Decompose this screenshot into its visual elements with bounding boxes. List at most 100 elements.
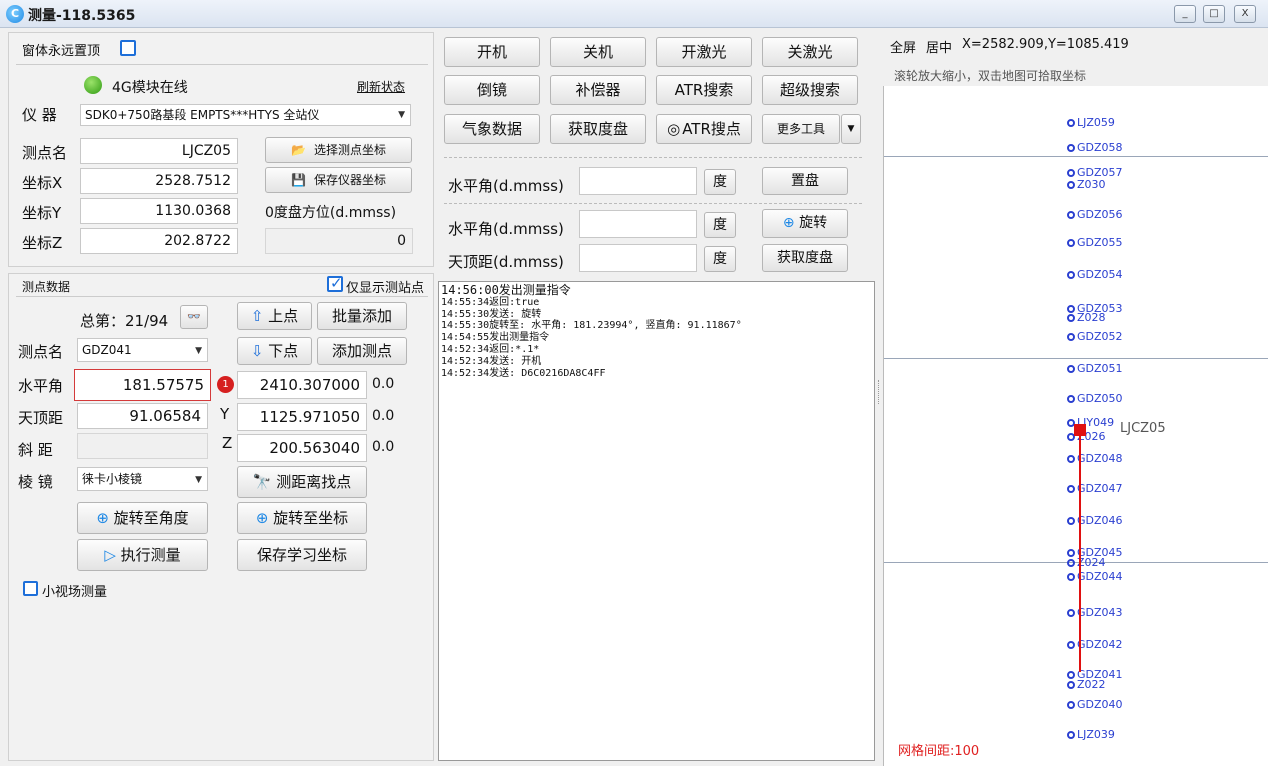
zero-azimuth-field[interactable]: 0 (265, 228, 413, 254)
cmd-button-2-2[interactable]: ◎ ATR搜点 (656, 114, 752, 144)
map-point[interactable]: Z024 (1067, 556, 1106, 569)
station-z-field[interactable]: 202.8722 (80, 228, 238, 254)
save-learn-button[interactable]: 保存学习坐标 (237, 539, 367, 571)
chevron-down-icon: ▼ (398, 110, 405, 120)
add-point-button[interactable]: 添加测点 (317, 337, 407, 365)
more-tools-dropdown-icon[interactable]: ▼ (841, 114, 861, 144)
map-point[interactable]: GDZ044 (1067, 570, 1123, 583)
prev-point-button[interactable]: ⇧ 上点 (237, 302, 312, 330)
cmd-button-1-0[interactable]: 倒镜 (444, 75, 540, 105)
only-station-label: 仅显示测站点 (346, 281, 425, 296)
close-button[interactable]: X (1234, 5, 1256, 23)
arrow-up-icon: ⇧ (250, 307, 269, 325)
cmd-button-2-1[interactable]: 获取度盘 (550, 114, 646, 144)
station-marker-icon[interactable] (1074, 424, 1086, 436)
cmd-button-label: 补偿器 (575, 81, 621, 99)
map-point[interactable]: GDZ042 (1067, 638, 1123, 651)
map-point[interactable]: Z028 (1067, 311, 1106, 324)
cmd-button-2-0[interactable]: 气象数据 (444, 114, 540, 144)
map-point[interactable]: Z022 (1067, 678, 1106, 691)
map-point[interactable]: GDZ058 (1067, 141, 1123, 154)
log-line: 14:55:30旋转至: 水平角: 181.23994°, 竖直角: 91.11… (441, 320, 742, 332)
only-station-checkbox[interactable] (327, 274, 343, 292)
center-link[interactable]: 居中 (926, 37, 952, 56)
minimize-button[interactable]: _ (1174, 5, 1196, 23)
maximize-button[interactable]: □ (1203, 5, 1225, 23)
cmd-button-1-2[interactable]: ATR搜索 (656, 75, 752, 105)
map-point[interactable]: GDZ046 (1067, 514, 1123, 527)
rotate-to-angle-button[interactable]: ⊕ 旋转至角度 (77, 502, 208, 534)
zenith-set-field[interactable] (579, 244, 697, 272)
rotate-label: 旋转 (799, 215, 828, 231)
map-point[interactable]: GDZ052 (1067, 330, 1123, 343)
deg-button[interactable]: 度 (704, 169, 736, 195)
binoculars-icon[interactable]: 👓 (180, 305, 208, 329)
fullscreen-link[interactable]: 全屏 (890, 37, 916, 56)
save-instrument-button[interactable]: 💾 保存仪器坐标 (265, 167, 412, 193)
rotate-to-coord-button[interactable]: ⊕ 旋转至坐标 (237, 502, 367, 534)
map-point[interactable]: GDZ056 (1067, 208, 1123, 221)
hz-angle-field[interactable]: 181.57575 (74, 369, 211, 401)
station-name-field[interactable]: LJCZ05 (80, 138, 238, 164)
cmd-button-1-3[interactable]: 超级搜索 (762, 75, 858, 105)
map-point[interactable]: LJZ059 (1067, 116, 1115, 129)
batch-add-button[interactable]: 批量添加 (317, 302, 407, 330)
splitter-handle[interactable] (878, 380, 881, 404)
point-x-delta: 0.0 (372, 376, 395, 392)
get-plate-button[interactable]: 获取度盘 (762, 244, 848, 272)
refresh-status-link[interactable]: 刷新状态 (357, 78, 405, 95)
next-point-button[interactable]: ⇩ 下点 (237, 337, 312, 365)
slope-distance-field[interactable] (77, 433, 208, 459)
deg-button[interactable]: 度 (704, 212, 736, 238)
map-point[interactable]: GDZ047 (1067, 482, 1123, 495)
cmd-button-0-2[interactable]: 开激光 (656, 37, 752, 67)
map-point[interactable]: GDZ048 (1067, 452, 1123, 465)
rotate-button[interactable]: ⊕ 旋转 (762, 209, 848, 238)
cmd-button-0-1[interactable]: 关机 (550, 37, 646, 67)
cmd-button-0-0[interactable]: 开机 (444, 37, 540, 67)
point-name-select[interactable]: GDZ041 ▼ (77, 338, 208, 362)
point-z-field[interactable]: 200.563040 (237, 434, 367, 462)
next-point-label: 下点 (268, 342, 299, 360)
find-point-button[interactable]: 🔭 测距离找点 (237, 466, 367, 498)
map-point[interactable]: GDZ055 (1067, 236, 1123, 249)
select-station-button[interactable]: 📂 选择测点坐标 (265, 137, 412, 163)
cmd-button-2-3[interactable]: 更多工具 (762, 114, 840, 144)
cmd-button-label: 关机 (582, 43, 613, 61)
log-panel[interactable]: 14:56:00发出测量指令 14:55:34返回:true 14:55:30发送:… (438, 281, 875, 761)
map-point[interactable]: Z026 (1067, 430, 1106, 443)
always-on-top-checkbox[interactable] (120, 40, 136, 56)
instrument-select[interactable]: SDK0+750路基段 EMPTS***HTYS 全站仪 ▼ (80, 104, 411, 126)
map-point[interactable]: LJZ039 (1067, 728, 1115, 741)
point-x-field[interactable]: 2410.307000 (237, 371, 367, 399)
small-field-label: 小视场测量 (42, 585, 108, 600)
title-bar[interactable]: C 测量-118.5365 _ □ X (0, 0, 1268, 28)
atr-target-icon: ◎ (667, 120, 681, 138)
small-field-checkbox[interactable] (23, 581, 38, 596)
map-point[interactable]: GDZ040 (1067, 698, 1123, 711)
slope-distance-label: 斜 距 (18, 441, 53, 459)
map-point[interactable]: GDZ050 (1067, 392, 1123, 405)
point-y-field[interactable]: 1125.971050 (237, 403, 367, 431)
map-point[interactable]: Z030 (1067, 178, 1106, 191)
hz-set-label: 水平角(d.mmss) (448, 177, 564, 195)
coord-readout: X=2582.909,Y=1085.419 (962, 37, 1129, 52)
select-station-label: 选择测点坐标 (313, 143, 386, 157)
cmd-button-1-1[interactable]: 补偿器 (550, 75, 646, 105)
set-plate-button[interactable]: 置盘 (762, 167, 848, 195)
prism-select[interactable]: 徕卡小棱镜 ▼ (77, 467, 208, 491)
cmd-button-label: 开机 (476, 43, 507, 61)
divider (16, 64, 428, 65)
map-canvas[interactable]: LJZ059 GDZ058 GDZ057 Z030 GDZ056 GDZ055 GDZ054… (883, 86, 1268, 766)
execute-measure-button[interactable]: ▷ 执行测量 (77, 539, 208, 571)
map-point[interactable]: GDZ043 (1067, 606, 1123, 619)
map-point[interactable]: GDZ051 (1067, 362, 1123, 375)
deg-button[interactable]: 度 (704, 246, 736, 272)
station-x-field[interactable]: 2528.7512 (80, 168, 238, 194)
map-point[interactable]: GDZ054 (1067, 268, 1123, 281)
hz-rotate-field[interactable] (579, 210, 697, 238)
station-y-field[interactable]: 1130.0368 (80, 198, 238, 224)
zenith-field[interactable]: 91.06584 (77, 403, 208, 429)
cmd-button-0-3[interactable]: 关激光 (762, 37, 858, 67)
hz-set-field[interactable] (579, 167, 697, 195)
